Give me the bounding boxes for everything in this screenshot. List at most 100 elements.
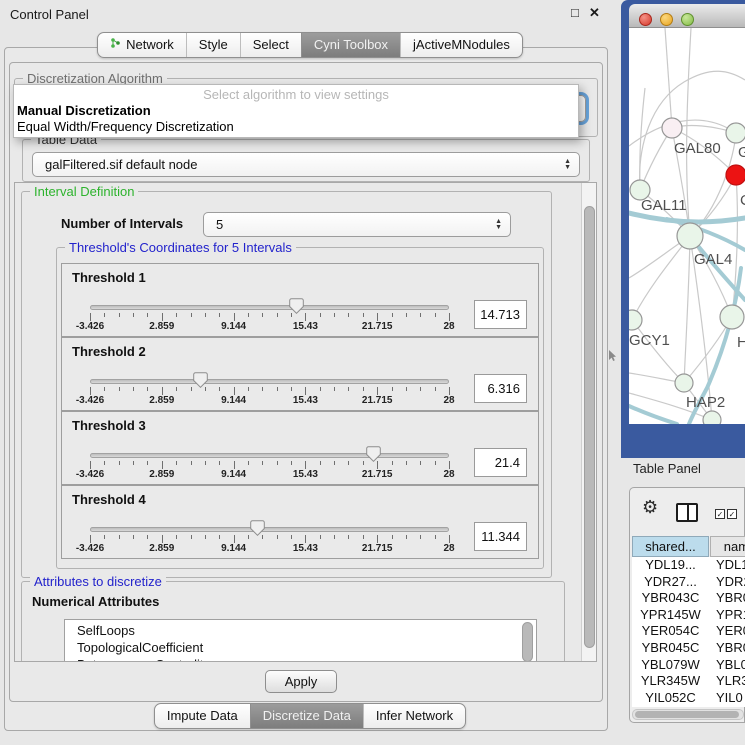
table-row[interactable]: YLR345WYLR3 xyxy=(632,673,745,690)
node-table-body[interactable]: YDL19...YDL1YDR27...YDR2YBR043CYBR0YPR14… xyxy=(632,557,745,707)
table-row[interactable]: YBL079WYBL0 xyxy=(632,657,745,674)
network-node[interactable] xyxy=(675,374,693,392)
cell-name[interactable]: YBL0 xyxy=(709,657,745,674)
slider-track[interactable] xyxy=(90,379,449,384)
tab-style[interactable]: Style xyxy=(186,33,240,57)
column-header-name[interactable]: name xyxy=(710,536,745,557)
tab-impute-data[interactable]: Impute Data xyxy=(155,704,250,728)
close-window-icon[interactable] xyxy=(639,13,652,26)
slider-thumb[interactable] xyxy=(289,298,304,314)
slider-thumb[interactable] xyxy=(250,520,265,536)
minimize-window-icon[interactable] xyxy=(660,13,673,26)
popup-option-equal-width[interactable]: Equal Width/Frequency Discretization xyxy=(17,119,234,134)
cell-name[interactable]: YDR2 xyxy=(709,574,745,591)
checkbox-icon[interactable]: ✓ xyxy=(727,509,737,519)
network-edge[interactable] xyxy=(684,236,690,383)
table-row[interactable]: YIL052CYIL0 xyxy=(632,690,745,707)
threshold-value-field[interactable]: 14.713 xyxy=(474,300,527,329)
scrollbar-thumb[interactable] xyxy=(635,711,739,718)
combo-stepper-icon[interactable]: ▲▼ xyxy=(564,159,571,171)
network-node[interactable] xyxy=(726,123,745,143)
cell-shared-name[interactable]: YIL052C xyxy=(632,690,709,707)
network-node-label: GAL80 xyxy=(674,140,721,157)
network-node[interactable] xyxy=(677,223,703,249)
cell-name[interactable]: YDL1 xyxy=(709,557,745,574)
table-row[interactable]: YBR043CYBR0 xyxy=(632,590,745,607)
attribute-list-item[interactable]: TopologicalCoefficient xyxy=(65,639,536,656)
network-node[interactable] xyxy=(662,118,682,138)
tab-select[interactable]: Select xyxy=(240,33,301,57)
slider-tick-labels: -3.4262.8599.14415.4321.71528 xyxy=(90,395,449,407)
slider-thumb[interactable] xyxy=(366,446,381,462)
cell-shared-name[interactable]: YBL079W xyxy=(632,657,709,674)
network-node-label: GAL4 xyxy=(694,251,732,268)
cell-name[interactable]: YBR0 xyxy=(709,590,745,607)
network-node[interactable] xyxy=(629,310,642,330)
network-node[interactable] xyxy=(726,165,745,185)
table-row[interactable]: YDL19...YDL1 xyxy=(632,557,745,574)
slider-thumb[interactable] xyxy=(193,372,208,388)
cell-shared-name[interactable]: YDL19... xyxy=(632,557,709,574)
table-row[interactable]: YBR045CYBR0 xyxy=(632,640,745,657)
table-data-combobox[interactable]: galFiltered.sif default node ▲▼ xyxy=(32,152,580,177)
network-window-titlebar[interactable] xyxy=(629,4,745,28)
cell-shared-name[interactable]: YDR27... xyxy=(632,574,709,591)
network-node-label: H xyxy=(737,334,745,351)
cell-shared-name[interactable]: YBR043C xyxy=(632,590,709,607)
number-of-intervals-combobox[interactable]: 5 ▲▼ xyxy=(203,212,511,237)
tab-jactivemnodules[interactable]: jActiveMNodules xyxy=(400,33,522,57)
cell-shared-name[interactable]: YER054C xyxy=(632,623,709,640)
cell-name[interactable]: YER0 xyxy=(709,623,745,640)
horizontal-scrollbar[interactable] xyxy=(632,709,744,720)
numerical-attributes-heading: Numerical Attributes xyxy=(32,594,159,609)
cell-name[interactable]: YBR0 xyxy=(709,640,745,657)
split-column-icon[interactable] xyxy=(676,503,698,522)
cell-name[interactable]: YPR1 xyxy=(709,607,745,624)
tab-infer-network[interactable]: Infer Network xyxy=(363,704,465,728)
gear-icon[interactable]: ⚙ xyxy=(642,499,658,517)
cell-shared-name[interactable]: YBR045C xyxy=(632,640,709,657)
float-panel-icon[interactable]: □ xyxy=(571,5,579,20)
combo-stepper-icon[interactable]: ▲▼ xyxy=(495,219,502,231)
table-row[interactable]: YDR27...YDR2 xyxy=(632,574,745,591)
threshold-value-field[interactable]: 6.316 xyxy=(474,374,527,403)
cell-name[interactable]: YIL0 xyxy=(709,690,745,707)
numerical-attributes-list[interactable]: SelfLoopsTopologicalCoefficientBetweenne… xyxy=(64,619,537,662)
checkbox-icon[interactable]: ✓ xyxy=(715,509,725,519)
network-edge-highlighted[interactable] xyxy=(629,406,677,424)
tab-network[interactable]: Network xyxy=(98,33,186,57)
network-node[interactable] xyxy=(720,305,744,329)
vertical-scrollbar[interactable] xyxy=(581,183,596,661)
slider-track[interactable] xyxy=(90,453,449,458)
attribute-list-item[interactable]: BetweennessCentrality xyxy=(65,656,536,662)
tab-cyni-toolbox[interactable]: Cyni Toolbox xyxy=(301,33,400,57)
scrollbar-thumb[interactable] xyxy=(584,206,595,648)
tab-discretize-data[interactable]: Discretize Data xyxy=(250,704,363,728)
slider-track[interactable] xyxy=(90,305,449,310)
column-header-shared-name[interactable]: shared... xyxy=(632,536,709,557)
cell-shared-name[interactable]: YPR145W xyxy=(632,607,709,624)
cell-shared-name[interactable]: YLR345W xyxy=(632,673,709,690)
zoom-window-icon[interactable] xyxy=(681,13,694,26)
threshold-label: Threshold 2 xyxy=(72,344,146,359)
threshold-value-field[interactable]: 11.344 xyxy=(474,522,527,551)
close-panel-icon[interactable]: ✕ xyxy=(589,5,600,21)
list-scrollbar-thumb[interactable] xyxy=(522,622,533,662)
threshold-value-field[interactable]: 21.4 xyxy=(474,448,527,477)
network-edge[interactable] xyxy=(665,28,672,128)
slider-track[interactable] xyxy=(90,527,449,532)
popup-option-manual[interactable]: Manual Discretization xyxy=(17,103,151,118)
network-edge[interactable] xyxy=(632,236,690,320)
network-node[interactable] xyxy=(703,411,721,424)
network-canvas[interactable]: GAL80GAL11GAL4GCY1HAP2GACH xyxy=(629,28,745,424)
group-title: Interval Definition xyxy=(30,184,138,199)
apply-button[interactable]: Apply xyxy=(265,670,337,693)
tab-label: Infer Network xyxy=(376,704,453,728)
table-row[interactable]: YPR145WYPR1 xyxy=(632,607,745,624)
network-icon xyxy=(110,33,121,57)
attribute-list-item[interactable]: SelfLoops xyxy=(65,622,536,639)
network-edge[interactable] xyxy=(687,28,691,236)
table-row[interactable]: YER054CYER0 xyxy=(632,623,745,640)
network-edge[interactable] xyxy=(632,320,684,383)
cell-name[interactable]: YLR3 xyxy=(709,673,745,690)
